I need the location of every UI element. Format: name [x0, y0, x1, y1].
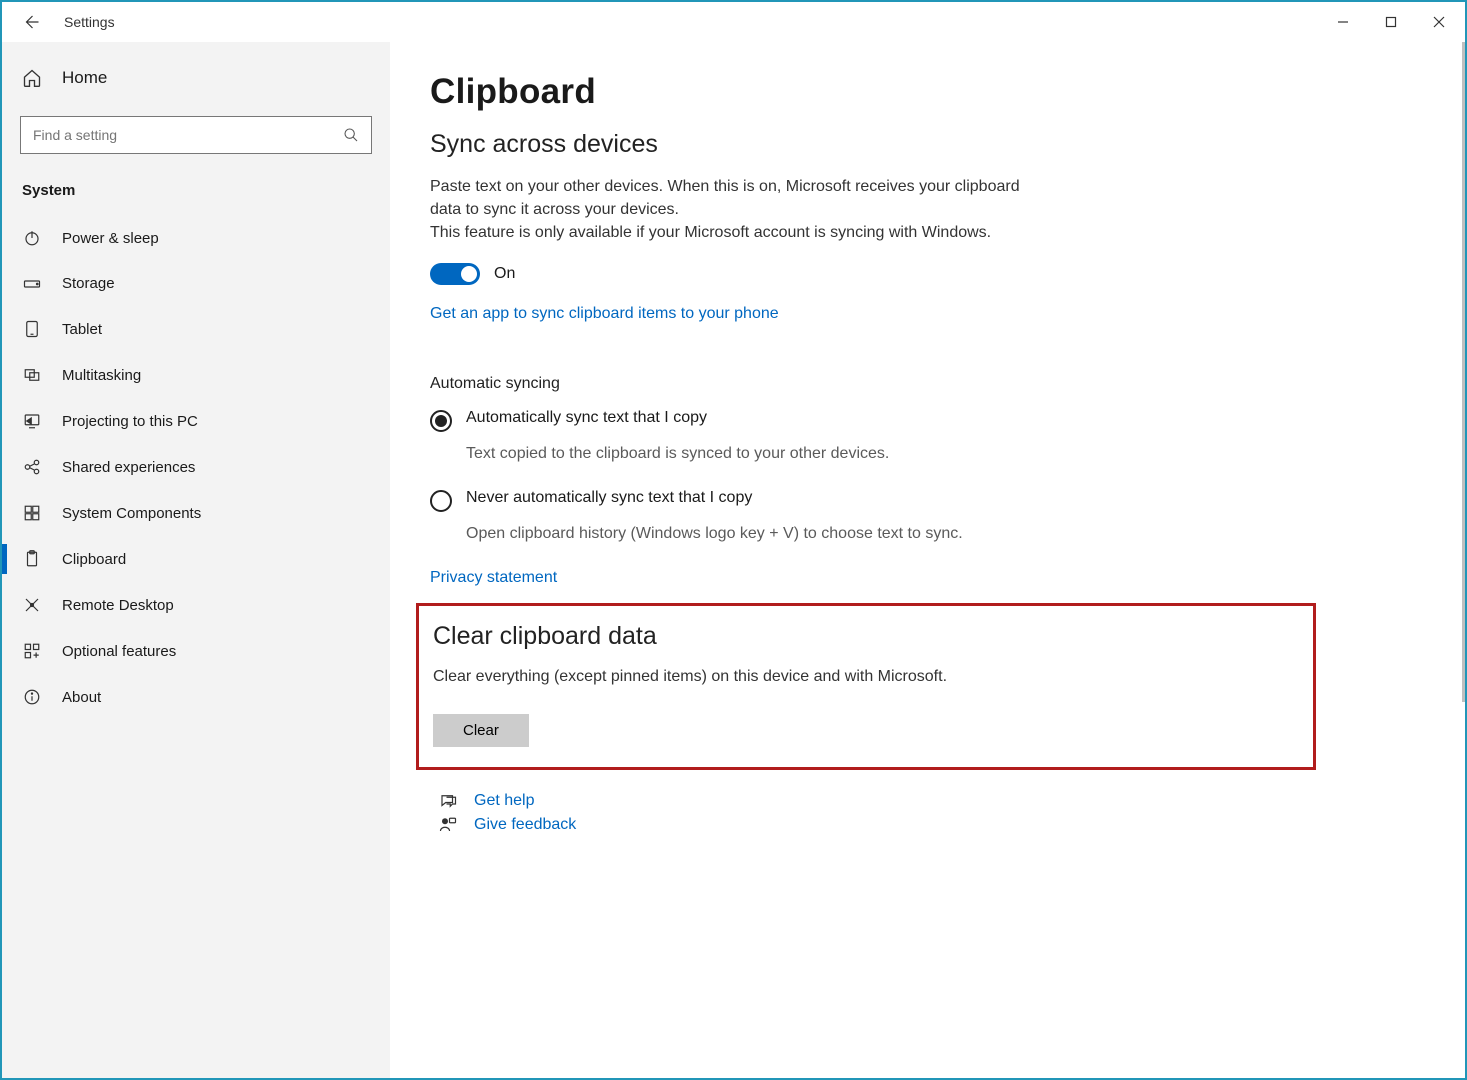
back-arrow-icon	[22, 13, 40, 31]
remote-icon	[23, 596, 41, 614]
power-icon	[23, 229, 41, 247]
sidebar-item-optional[interactable]: Optional features	[2, 628, 390, 674]
minimize-button[interactable]	[1319, 4, 1367, 40]
help-chat-icon	[439, 792, 457, 810]
maximize-icon	[1385, 16, 1397, 28]
get-help-row[interactable]: Get help	[430, 792, 1425, 810]
scrollbar[interactable]	[1462, 42, 1465, 702]
page-title: Clipboard	[430, 72, 1425, 112]
title-bar: Settings	[2, 2, 1465, 42]
clear-description: Clear everything (except pinned items) o…	[433, 665, 1033, 688]
toggle-knob	[461, 266, 477, 282]
sync-toggle-row: On	[430, 263, 1425, 285]
clear-heading: Clear clipboard data	[433, 622, 1299, 651]
sidebar-item-components[interactable]: System Components	[2, 490, 390, 536]
get-help-link[interactable]: Get help	[474, 792, 534, 810]
sidebar-section-label: System	[20, 182, 372, 199]
sidebar-item-tablet[interactable]: Tablet	[2, 306, 390, 352]
shared-icon	[23, 458, 41, 476]
components-icon	[23, 504, 41, 522]
clear-section-highlight: Clear clipboard data Clear everything (e…	[416, 603, 1316, 770]
sidebar-nav: Power & sleep Storage Tablet Multitaskin…	[2, 215, 390, 720]
clipboard-icon	[23, 550, 41, 568]
tablet-icon	[23, 320, 41, 338]
feedback-row[interactable]: Give feedback	[430, 816, 1425, 834]
sidebar-item-remote[interactable]: Remote Desktop	[2, 582, 390, 628]
sidebar-item-power-sleep[interactable]: Power & sleep	[2, 215, 390, 261]
radio-label: Never automatically sync text that I cop…	[466, 489, 752, 507]
sidebar-item-about[interactable]: About	[2, 674, 390, 720]
sidebar-item-label: System Components	[62, 505, 201, 522]
sync-description: Paste text on your other devices. When t…	[430, 175, 1030, 245]
features-icon	[23, 642, 41, 660]
main-layout: Home System Power & sleep Storage Tablet	[2, 42, 1465, 1078]
feedback-link[interactable]: Give feedback	[474, 816, 576, 834]
close-icon	[1433, 16, 1445, 28]
toggle-label: On	[494, 265, 515, 283]
radio-desc: Open clipboard history (Windows logo key…	[466, 522, 1026, 545]
sidebar-item-projecting[interactable]: Projecting to this PC	[2, 398, 390, 444]
home-label: Home	[62, 68, 107, 88]
titlebar-left: Settings	[22, 13, 115, 31]
minimize-icon	[1337, 16, 1349, 28]
sidebar-item-shared[interactable]: Shared experiences	[2, 444, 390, 490]
sidebar-item-label: Optional features	[62, 643, 176, 660]
radio-never-sync[interactable]: Never automatically sync text that I cop…	[430, 489, 1030, 512]
sidebar-item-label: Remote Desktop	[62, 597, 174, 614]
auto-sync-options: Automatically sync text that I copy Text…	[430, 409, 1030, 545]
radio-desc: Text copied to the clipboard is synced t…	[466, 442, 1026, 465]
feedback-icon	[439, 816, 457, 834]
privacy-link[interactable]: Privacy statement	[430, 569, 557, 587]
sidebar-item-label: Clipboard	[62, 551, 126, 568]
sidebar-item-label: Shared experiences	[62, 459, 195, 476]
radio-input[interactable]	[430, 490, 452, 512]
radio-auto-sync[interactable]: Automatically sync text that I copy	[430, 409, 1030, 432]
search-input[interactable]	[33, 127, 343, 143]
sync-app-link[interactable]: Get an app to sync clipboard items to yo…	[430, 305, 779, 323]
sidebar-item-label: Projecting to this PC	[62, 413, 198, 430]
window-title: Settings	[64, 14, 115, 30]
sidebar-item-label: Tablet	[62, 321, 102, 338]
sync-heading: Sync across devices	[430, 130, 1425, 159]
radio-input[interactable]	[430, 410, 452, 432]
search-icon	[343, 127, 359, 143]
multitasking-icon	[23, 366, 41, 384]
content-panel: Clipboard Sync across devices Paste text…	[390, 42, 1465, 1078]
sync-toggle[interactable]	[430, 263, 480, 285]
sidebar-item-label: Multitasking	[62, 367, 141, 384]
home-nav[interactable]: Home	[20, 54, 372, 116]
sidebar-item-label: Storage	[62, 275, 115, 292]
sidebar: Home System Power & sleep Storage Tablet	[2, 42, 390, 1078]
back-button[interactable]	[22, 13, 40, 31]
search-box[interactable]	[20, 116, 372, 154]
projecting-icon	[23, 412, 41, 430]
home-icon	[22, 68, 42, 88]
about-icon	[23, 688, 41, 706]
clear-button[interactable]: Clear	[433, 714, 529, 747]
sidebar-item-label: Power & sleep	[62, 230, 159, 247]
sidebar-item-label: About	[62, 689, 101, 706]
window-controls	[1319, 4, 1463, 40]
sidebar-item-storage[interactable]: Storage	[2, 261, 390, 306]
storage-icon	[23, 277, 41, 291]
close-button[interactable]	[1415, 4, 1463, 40]
sidebar-item-clipboard[interactable]: Clipboard	[2, 536, 390, 582]
maximize-button[interactable]	[1367, 4, 1415, 40]
sidebar-item-multitasking[interactable]: Multitasking	[2, 352, 390, 398]
auto-sync-heading: Automatic syncing	[430, 375, 1425, 393]
radio-label: Automatically sync text that I copy	[466, 409, 707, 427]
